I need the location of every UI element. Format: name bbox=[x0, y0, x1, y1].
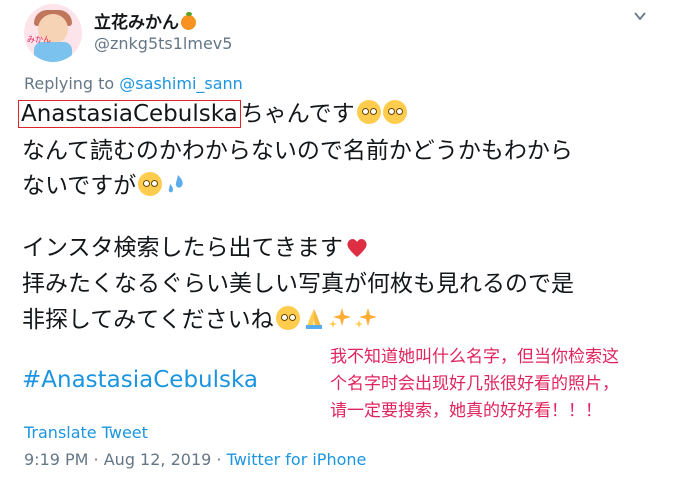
translate-tweet-link[interactable]: Translate Tweet bbox=[24, 423, 148, 442]
line6-text: 非探してみてくださいね bbox=[22, 307, 274, 333]
sparkles-icon bbox=[328, 308, 351, 328]
heart-icon bbox=[347, 239, 367, 257]
tweet-line-4: インスタ検索したら出てきます bbox=[22, 228, 369, 262]
tweet-line-2: なんて読むのかわからないので名前かどうかもわから bbox=[22, 138, 573, 164]
orange-icon bbox=[181, 12, 196, 30]
hashtag-link[interactable]: #AnastasiaCebulska bbox=[22, 367, 258, 393]
avatar-label: みかん bbox=[27, 35, 51, 44]
display-name[interactable]: 立花みかん bbox=[94, 8, 196, 33]
source-link[interactable]: Twitter for iPhone bbox=[227, 450, 367, 469]
line3-text: ないですが bbox=[22, 173, 137, 199]
annotation-line-3: 请一定要搜索，她真的好好看！！！ bbox=[330, 401, 602, 421]
line4-text: インスタ検索したら出てきます bbox=[22, 235, 343, 261]
tweet-metadata: 9:19 PM · Aug 12, 2019 · Twitter for iPh… bbox=[24, 450, 366, 469]
tweet-line-3: ないですが bbox=[22, 166, 188, 200]
replying-prefix: Replying to bbox=[24, 74, 115, 93]
eye-roll-emoji-icon bbox=[275, 306, 300, 330]
display-name-text: 立花みかん bbox=[94, 13, 179, 33]
tweet-line-5: 拝みたくなるぐらい美しい写真が何枚も見れるので是 bbox=[22, 271, 574, 297]
tweet-line-6: 非探してみてくださいね bbox=[22, 300, 378, 334]
highlighted-name: AnastasiaCebulska bbox=[18, 100, 241, 128]
timestamp[interactable]: 9:19 PM · Aug 12, 2019 · bbox=[24, 450, 227, 469]
tweet-line-1: AnastasiaCebulska ちゃんです bbox=[18, 94, 407, 128]
eye-roll-emoji-icon bbox=[382, 100, 407, 124]
folded-hands-icon bbox=[305, 309, 322, 329]
sweat-drops-icon bbox=[169, 175, 183, 193]
replying-to: Replying to @sashimi_sann bbox=[24, 74, 243, 93]
crying-emoji-icon bbox=[138, 172, 163, 196]
sparkles-icon bbox=[354, 308, 377, 328]
annotation-line-1: 我不知道她叫什么名字，但当你检索这 bbox=[330, 347, 619, 367]
user-handle[interactable]: @znkg5ts1lmev5 bbox=[94, 34, 232, 53]
eye-roll-emoji-icon bbox=[356, 100, 381, 124]
reply-mention-link[interactable]: @sashimi_sann bbox=[119, 74, 243, 93]
chevron-down-icon[interactable] bbox=[632, 8, 648, 24]
annotation-line-2: 个名字时会出现好几张很好看的照片， bbox=[330, 374, 619, 394]
line1-rest: ちゃんです bbox=[240, 101, 355, 127]
avatar[interactable]: みかん bbox=[24, 4, 82, 62]
translation-annotation: 我不知道她叫什么名字，但当你检索这 个名字时会出现好几张很好看的照片， 请一定要… bbox=[330, 344, 686, 425]
